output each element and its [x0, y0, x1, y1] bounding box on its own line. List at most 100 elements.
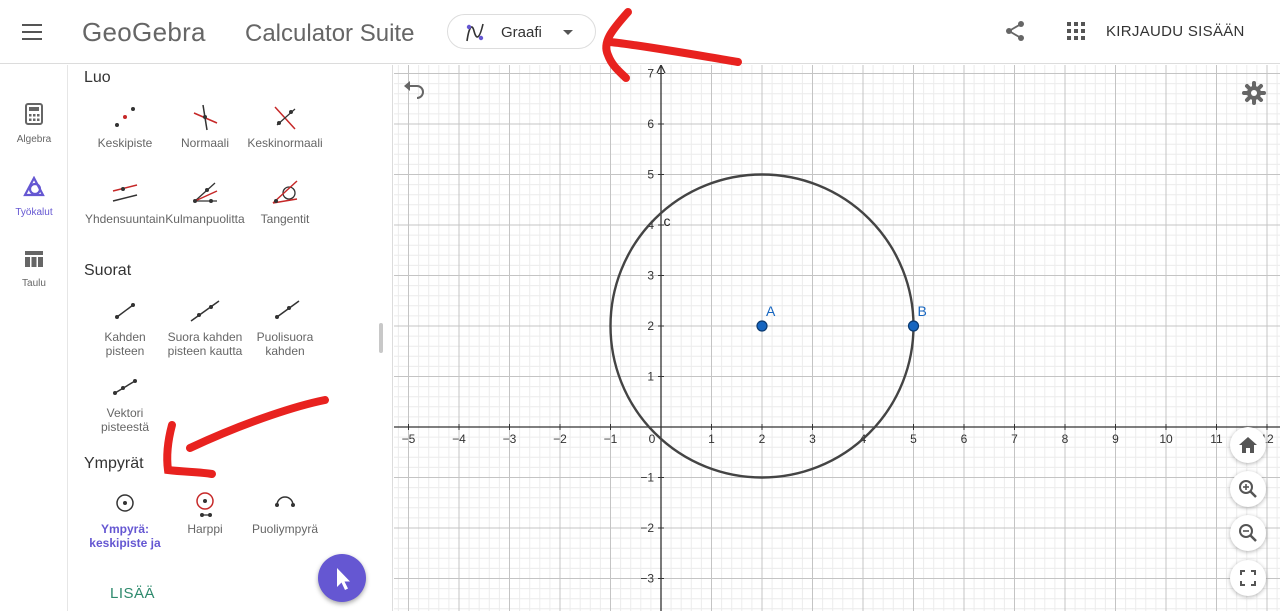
midpoint-icon [115, 107, 135, 127]
tool-label: Suora kahden pisteen kautta [167, 330, 243, 358]
zoom-out-icon [1239, 524, 1257, 542]
y-tick-label: 1 [647, 370, 654, 384]
tool-label: Harppi [187, 522, 223, 536]
x-tick-label: −4 [452, 432, 466, 446]
undo-icon[interactable] [402, 79, 426, 99]
fullscreen-button[interactable] [1230, 560, 1266, 596]
cursor-icon [337, 568, 350, 590]
parallel-line-icon [112, 184, 138, 202]
x-tick-label: 1 [708, 432, 715, 446]
x-tick-label: 6 [961, 432, 968, 446]
y-tick-label: 3 [647, 269, 654, 283]
tool-angle-bisector[interactable]: Kulmanpuolitta [164, 177, 246, 226]
tool-segment[interactable]: Kahden pisteen [84, 295, 166, 358]
logo-text: GeoGebra [82, 17, 206, 47]
tool-label: Keskipiste [97, 136, 153, 150]
tool-label: Ympyrä: keskipiste ja [89, 522, 161, 550]
calculator-icon [25, 103, 43, 125]
x-tick-label: 9 [1112, 432, 1119, 446]
rail-item-algebra[interactable]: Algebra [0, 103, 68, 145]
tool-vector-from-point[interactable]: Vektori pisteestä [84, 371, 166, 434]
tools-icon [23, 175, 45, 197]
tangents-icon [272, 180, 298, 204]
tool-label: Normaali [180, 136, 229, 150]
tool-label: Kahden pisteen [104, 330, 146, 358]
tool-tangents[interactable]: Tangentit [244, 177, 326, 226]
minor-grid [394, 65, 1280, 611]
login-button[interactable]: KIRJAUDU SISÄÄN [1106, 23, 1245, 40]
y-tick-label: 2 [647, 319, 654, 333]
tool-label: Kulmanpuolitta [165, 212, 245, 226]
zoom-in-icon [1239, 480, 1257, 498]
app-switcher-label: Graafi [501, 24, 542, 41]
x-tick-label: 3 [809, 432, 816, 446]
ray-icon [275, 300, 300, 319]
x-tick-label: 2 [759, 432, 766, 446]
graphics-view[interactable]: −5 −4 −3 −2 −1 0 1 2 3 4 5 6 7 8 9 10 11 12 7 6 5 4 3 2 1 −1 −2 −3 … [394, 65, 1280, 611]
tool-ray[interactable]: Puolisuora kahden [244, 295, 326, 358]
tool-label: Keskinormaali [247, 136, 323, 150]
rail-label: Taulu [22, 278, 46, 289]
tool-parallel[interactable]: Yhdensuuntain [84, 177, 166, 226]
tool-label: Vektori pisteestä [100, 406, 150, 434]
tool-perpendicular-bisector[interactable]: Keskinormaali [244, 101, 326, 150]
rail-item-table[interactable]: Taulu [0, 249, 68, 289]
point-label: A [766, 303, 776, 319]
tool-line[interactable]: Suora kahden pisteen kautta [164, 295, 246, 358]
tool-circle-center-point[interactable]: Ympyrä: keskipiste ja [84, 487, 166, 550]
perpendicular-bisector-icon [274, 106, 296, 130]
zoom-out-button[interactable] [1230, 515, 1266, 551]
rail-item-tools[interactable]: Työkalut [0, 175, 68, 218]
zoom-in-button[interactable] [1230, 471, 1266, 507]
fullscreen-icon [1240, 570, 1256, 586]
app-switcher-button[interactable]: Graafi [447, 14, 596, 49]
line-icon [190, 300, 220, 322]
semicircle-icon [275, 496, 295, 507]
point-a[interactable] [756, 320, 768, 332]
panel-scrollbar[interactable] [379, 323, 383, 353]
table-icon [25, 251, 43, 267]
move-tool-button[interactable] [318, 554, 366, 602]
home-button[interactable] [1230, 427, 1266, 463]
x-tick-label: −5 [402, 432, 416, 446]
chevron-down-icon [563, 30, 573, 35]
section-title-suorat: Suorat [84, 262, 132, 279]
geogebra-app: GeoGebra Calculator Suite Graafi KIRJAUD… [0, 0, 1280, 611]
circle-center-point-icon [116, 494, 134, 512]
tool-semicircle[interactable]: Puoliympyrä [244, 487, 326, 536]
tool-perpendicular[interactable]: Normaali [164, 101, 246, 150]
x-tick-label: 8 [1062, 432, 1069, 446]
coordinate-plane[interactable]: −5 −4 −3 −2 −1 0 1 2 3 4 5 6 7 8 9 10 11 127654321−1−2−3 … [394, 65, 1280, 611]
circle-label: c [664, 213, 671, 229]
angle-bisector-icon [193, 182, 218, 203]
tool-label: Yhdensuuntain [84, 212, 166, 226]
side-rail: Algebra Työkalut Taulu [0, 65, 68, 611]
tool-midpoint[interactable]: Keskipiste [84, 101, 166, 150]
tool-label: Puoliympyrä [251, 522, 319, 536]
graph-icon [466, 23, 484, 42]
menu-icon[interactable] [22, 24, 42, 40]
more-tools-button[interactable]: LISÄÄ [110, 585, 155, 602]
settings-icon[interactable] [1242, 81, 1266, 105]
y-tick-label: 5 [647, 168, 654, 182]
rail-label: Työkalut [15, 207, 53, 218]
y-tick-label: −1 [640, 471, 654, 485]
x-tick-label: 11 [1210, 432, 1223, 446]
share-icon[interactable] [1004, 20, 1026, 42]
segment-icon [115, 303, 135, 319]
y-tick-label: −2 [640, 521, 654, 535]
compass-icon [196, 492, 214, 517]
x-tick-label: 7 [1011, 432, 1018, 446]
rail-label: Algebra [16, 134, 52, 145]
point-label: B [918, 303, 927, 319]
home-icon [1239, 437, 1257, 453]
point-b[interactable] [907, 320, 920, 332]
tool-label: Puolisuora kahden [256, 330, 314, 358]
tool-compass[interactable]: Harppi [164, 487, 246, 536]
y-tick-label: 6 [647, 117, 654, 131]
apps-grid-icon[interactable] [1067, 22, 1085, 40]
x-tick-label: −3 [503, 432, 517, 446]
section-title-luo: Luo [84, 69, 111, 86]
app-title: Calculator Suite [245, 20, 415, 47]
x-tick-label: 5 [910, 432, 917, 446]
